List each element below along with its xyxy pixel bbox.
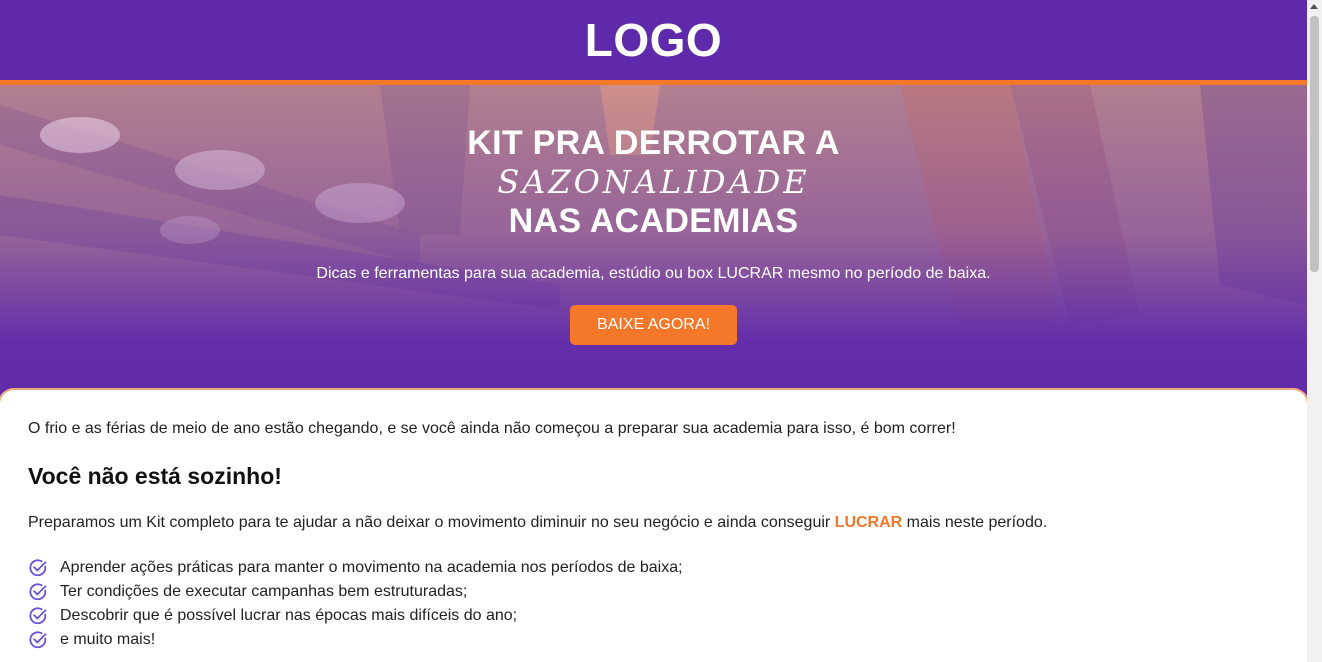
vertical-scrollbar[interactable]	[1307, 0, 1322, 662]
description-start: Preparamos um Kit completo para te ajuda…	[28, 514, 835, 531]
list-item-text: Aprender ações práticas para manter o mo…	[60, 559, 683, 576]
hero-title-line2: SAZONALIDADE	[497, 163, 810, 201]
content-card: O frio e as férias de meio de ano estão …	[0, 390, 1307, 662]
hero-subtitle: Dicas e ferramentas para sua academia, e…	[316, 265, 991, 282]
landing-page: LOGO KIT PRA DERROTAR A SAZONALIDADE NAS…	[0, 0, 1307, 662]
description-text: Preparamos um Kit completo para te ajuda…	[28, 514, 1279, 532]
download-now-button[interactable]: BAIXE AGORA!	[570, 305, 737, 345]
hero-title-line1: KIT PRA DERROTAR A	[467, 124, 840, 162]
list-item: Ter condições de executar campanhas bem …	[28, 580, 1279, 604]
description-end: mais neste período.	[902, 514, 1048, 531]
list-item: Aprender ações práticas para manter o mo…	[28, 556, 1279, 580]
list-item: e muito mais!	[28, 628, 1279, 652]
hero-content: KIT PRA DERROTAR A SAZONALIDADE NAS ACAD…	[0, 85, 1307, 345]
section-title: Você não está sozinho!	[28, 463, 282, 489]
check-circle-icon	[29, 559, 47, 577]
list-item: Descobrir que é possível lucrar nas époc…	[28, 604, 1279, 628]
description-highlight: LUCRAR	[834, 514, 903, 531]
scrollbar-thumb[interactable]	[1310, 16, 1319, 272]
hero-banner: KIT PRA DERROTAR A SAZONALIDADE NAS ACAD…	[0, 85, 1307, 415]
site-header: LOGO	[0, 0, 1307, 80]
check-circle-icon	[29, 583, 47, 601]
intro-text: O frio e as férias de meio de ano estão …	[28, 420, 956, 437]
list-item-text: Descobrir que é possível lucrar nas époc…	[60, 607, 518, 624]
hero-title-line3: NAS ACADEMIAS	[508, 202, 799, 240]
list-item-text: e muito mais!	[60, 631, 156, 648]
check-circle-icon	[29, 607, 47, 625]
logo[interactable]: LOGO	[585, 13, 722, 67]
list-item-text: Ter condições de executar campanhas bem …	[60, 583, 468, 600]
check-circle-icon	[29, 631, 47, 649]
scroll-up-arrow-icon[interactable]	[1310, 4, 1318, 9]
benefits-list: Aprender ações práticas para manter o mo…	[28, 556, 1279, 652]
